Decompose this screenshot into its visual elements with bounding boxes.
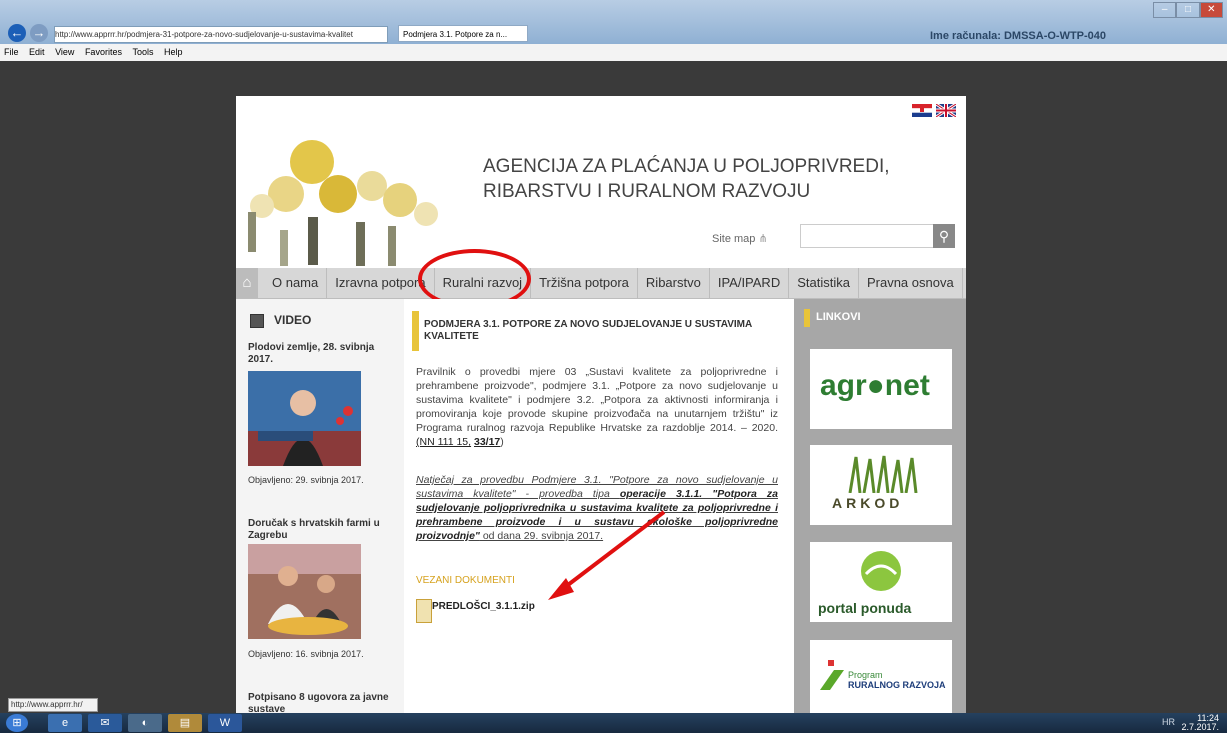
nav-pravna-osnova[interactable]: Pravna osnova [859, 268, 963, 298]
links-heading: LINKOVI [816, 311, 861, 323]
video-sidebar: VIDEO Plodovi zemlje, 28. svibnja 2017. … [236, 299, 404, 713]
menu-file[interactable]: File [4, 47, 19, 57]
nav-statistika[interactable]: Statistika [789, 268, 859, 298]
back-icon[interactable]: ← [8, 24, 26, 42]
page-title: PODMJERA 3.1. POTPORE ZA NOVO SUDJELOVAN… [424, 319, 752, 342]
croatian-flag-icon[interactable] [912, 104, 932, 117]
language-flags [912, 104, 956, 117]
address-bar[interactable]: http://www.apprrr.hr/podmjera-31-potpore… [54, 26, 388, 43]
word-taskbar-icon[interactable]: W [208, 714, 242, 732]
web-page: AGENCIJA ZA PLAĆANJA U POLJOPRIVREDI, RI… [236, 96, 966, 713]
menu-favorites[interactable]: Favorites [85, 47, 122, 57]
network-taskbar-icon[interactable]: ◐ [128, 714, 162, 732]
program-label: Program [848, 670, 883, 680]
nav-o-nama[interactable]: O nama [264, 268, 328, 298]
main-content: PODMJERA 3.1. POTPORE ZA NOVO SUDJELOVAN… [404, 299, 794, 713]
document-icon[interactable] [416, 599, 432, 623]
regulation-paragraph: Pravilnik o provedbi mjere 03 „Sustavi k… [416, 365, 778, 449]
home-icon[interactable]: ⌂ [236, 268, 258, 298]
search-icon[interactable]: ⚲ [933, 224, 955, 248]
maximize-icon[interactable]: □ [1176, 2, 1200, 18]
tender-link[interactable]: Natječaj za provedbu Podmjere 3.1. "Potp… [416, 473, 778, 543]
program-logo-icon [820, 660, 844, 690]
menu-help[interactable]: Help [164, 47, 183, 57]
heading-accent-bar [412, 311, 419, 351]
video-date-1: Objavljeno: 29. svibnja 2017. [248, 475, 364, 485]
video-thumbnail-1[interactable] [248, 371, 361, 466]
nn-33-17-link[interactable]: 33/17 [474, 436, 500, 448]
sitemap-link[interactable]: Site map ⋔ [712, 232, 768, 245]
agronet-link[interactable]: agr●net [810, 349, 952, 429]
nav-ribarstvo[interactable]: Ribarstvo [638, 268, 710, 298]
arkod-link[interactable]: ARKOD [810, 445, 952, 525]
video-title-1[interactable]: Plodovi zemlje, 28. svibnja 2017. [248, 342, 398, 366]
portal-ponuda-logo: portal ponuda [818, 600, 912, 616]
system-clock[interactable]: 11:24 2.7.2017. [1181, 714, 1219, 732]
nav-trzisna-potpora[interactable]: Tržišna potpora [531, 268, 638, 298]
sitemap-label: Site map [712, 233, 756, 245]
portal-ponuda-icon [861, 551, 901, 591]
arkod-logo: ARKOD [832, 495, 904, 511]
minimize-icon[interactable]: – [1153, 2, 1177, 18]
uk-flag-icon[interactable] [936, 104, 956, 117]
video-heading: VIDEO [250, 313, 311, 328]
video-title-2[interactable]: Doručak s hrvatskih farmi u Zagrebu [248, 518, 398, 542]
agency-title-line1: AGENCIJA ZA PLAĆANJA U POLJOPRIVREDI, [483, 156, 890, 177]
portal-ponuda-link[interactable]: portal ponuda [810, 542, 952, 622]
tender-text-c: od dana 29. svibnja 2017. [479, 530, 604, 542]
language-indicator[interactable]: HR [1162, 717, 1175, 727]
regulation-text: Pravilnik o provedbi mjere 03 „Sustavi k… [416, 366, 778, 434]
address-bar-text: http://www.apprrr.hr/podmjera-31-potpore… [55, 30, 353, 39]
arkod-grass-icon [848, 455, 918, 493]
apprrr-logo[interactable] [238, 122, 460, 266]
windows-taskbar: ⊞ e ✉ ◐ ▤ W HR 11:24 2.7.2017. [0, 713, 1227, 733]
video-heading-label: VIDEO [274, 313, 312, 327]
search-input[interactable] [800, 224, 934, 248]
outlook-taskbar-icon[interactable]: ✉ [88, 714, 122, 732]
nav-ipa-ipard[interactable]: IPA/IPARD [710, 268, 790, 298]
agronet-logo: agr●net [820, 369, 930, 402]
menu-tools[interactable]: Tools [132, 47, 153, 57]
menu-view[interactable]: View [55, 47, 74, 57]
sitemap-icon: ⋔ [758, 233, 768, 245]
start-button[interactable]: ⊞ [6, 714, 28, 732]
close-icon[interactable]: ✕ [1199, 2, 1223, 18]
ie-taskbar-icon[interactable]: e [48, 714, 82, 732]
video-title-3[interactable]: Potpisano 8 ugovora za javne sustave [248, 692, 398, 713]
browser-titlebar: ← → http://www.apprrr.hr/podmjera-31-pot… [0, 0, 1227, 44]
video-date-2: Objavljeno: 16. svibnja 2017. [248, 649, 364, 659]
main-nav: ⌂ O nama Izravna potpora Ruralni razvoj … [236, 268, 966, 299]
document-link[interactable]: PREDLOŠCI_3.1.1.zip [432, 601, 535, 612]
program-ruralnog-razvoja-link[interactable]: Program RURALNOG RAZVOJA [810, 640, 952, 713]
explorer-taskbar-icon[interactable]: ▤ [168, 714, 202, 732]
agency-title-line2: RIBARSTVU I RURALNOM RAZVOJU [483, 181, 811, 202]
forward-icon[interactable]: → [30, 24, 48, 42]
agency-title: AGENCIJA ZA PLAĆANJA U POLJOPRIVREDI, RI… [483, 154, 890, 204]
tab-title: Podmjera 3.1. Potpore za n... [403, 30, 508, 39]
links-accent-bar [804, 309, 810, 327]
video-icon [250, 313, 264, 328]
clock-date: 2.7.2017. [1181, 722, 1219, 732]
related-documents-heading: VEZANI DOKUMENTI [416, 575, 515, 586]
computer-name: Ime računala: DMSSA-O-WTP-040 [930, 30, 1107, 42]
browser-tab[interactable]: Podmjera 3.1. Potpore za n... [398, 25, 528, 42]
regulation-end: ) [500, 436, 504, 448]
links-sidebar: LINKOVI agr●net ARKOD portal ponuda Prog… [794, 299, 966, 713]
nn-link[interactable]: (NN 111 15, [416, 436, 471, 448]
menu-bar: File Edit View Favorites Tools Help [0, 44, 1227, 61]
menu-edit[interactable]: Edit [29, 47, 45, 57]
video-thumbnail-2[interactable] [248, 544, 361, 639]
status-bar-url: http://www.apprrr.hr/ [8, 698, 98, 712]
window-controls: – □ ✕ [1153, 2, 1223, 18]
program-label-2: RURALNOG RAZVOJA [848, 680, 946, 690]
